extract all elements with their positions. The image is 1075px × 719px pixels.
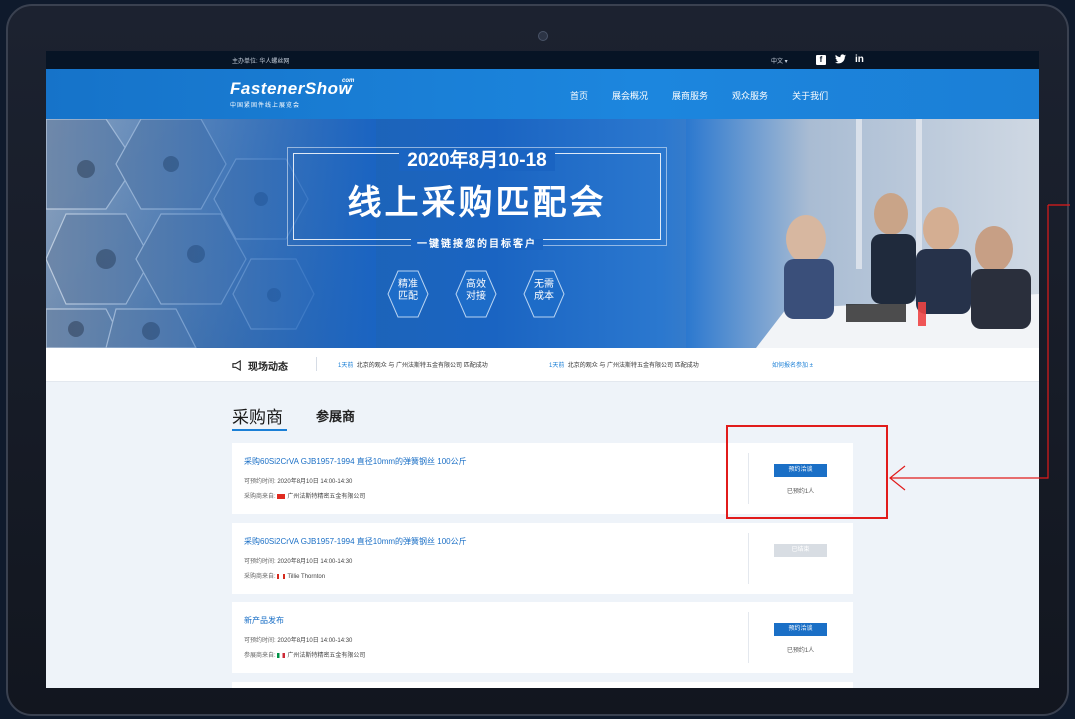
feature-efficient: 高效 对接 [466,279,486,302]
facebook-icon[interactable]: f [816,55,826,65]
nav-home[interactable]: 首页 [570,89,588,102]
annotation-highlight-box [726,425,888,519]
linkedin-icon[interactable]: in [855,54,864,68]
logo-com: com [342,78,355,84]
twitter-icon[interactable] [835,54,846,68]
tab-exhibitors[interactable]: 参展商 [316,406,355,425]
social-links: f in [816,54,864,68]
listing-card: 新产品发布 可预约时间: 2020年8月10日 14:00-14:30 参展商来… [232,602,853,673]
active-tab-indicator [232,429,287,431]
listing-title[interactable]: 新产品发布 [244,615,284,626]
hero-meeting-photo [686,119,1039,348]
live-news-ticker: 现场动态 1天前 北京的观众 与 广州法斯特五金有限公司 匹配成功 1天前 北京… [46,348,1039,382]
listing-title[interactable]: 采购60Si2CrVA GJB1957-1994 直径10mm的弹簧钢丝 100… [244,456,467,467]
book-meeting-button[interactable]: 预约洽谈 [774,623,827,636]
main-nav: 首页 展会概况 展商服务 观众服务 关于我们 [570,89,828,102]
main-header: FastenerShow com 中国紧固件线上展览会 首页 展会概况 展商服务… [46,69,1039,119]
nav-visitor-services[interactable]: 观众服务 [732,89,768,102]
hero-title: 线上采购匹配会 [347,184,607,222]
top-utility-bar: 主办单位: 华人螺丝网 中文 ▾ f in [46,51,1039,69]
ticker-divider [316,357,317,371]
listing-title[interactable]: 采购60Si2CrVA GJB1957-1994 直径10mm的弹簧钢丝 100… [244,536,467,547]
event-date: 2020年8月10-18 [293,145,661,172]
listing-time: 可预约时间: 2020年8月10日 14:00-14:30 [244,559,353,565]
ticker-title: 现场动态 [248,362,288,373]
tab-buyers[interactable]: 采购商 [232,403,283,428]
nav-exhibitor-services[interactable]: 展商服务 [672,89,708,102]
feature-free: 无需 成本 [534,279,554,302]
flag-china-icon [277,493,286,499]
ticker-item[interactable]: 1天前 北京的观众 与 广州法斯特五金有限公司 匹配成功 [549,360,699,369]
listing-time: 可预约时间: 2020年8月10日 14:00-14:30 [244,638,353,644]
browser-screen: 主办单位: 华人螺丝网 中文 ▾ f in FastenerShow com 中… [46,51,1039,688]
flag-italy-icon [277,652,286,658]
listing-origin: 采购商来自: Tillie Thornton [244,573,326,580]
nav-overview[interactable]: 展会概况 [612,89,648,102]
host-text: 主办单位: 华人螺丝网 [232,59,290,65]
site-logo[interactable]: FastenerShow com 中国紧固件线上展览会 [230,78,355,109]
megaphone-icon [232,358,243,376]
how-to-register-link[interactable]: 如何报名参加 ± [772,360,813,369]
listing-card [232,682,853,688]
listing-time: 可预约时间: 2020年8月10日 14:00-14:30 [244,479,353,485]
feature-precise: 精准 匹配 [398,279,418,302]
card-divider [748,612,749,663]
ended-button: 已结束 [774,544,827,557]
logo-subtitle: 中国紧固件线上展览会 [230,103,301,109]
hero-banner: 2020年8月10-18 线上采购匹配会 一键链接您的目标客户 精准 匹配 高效… [46,119,1039,348]
language-selector[interactable]: 中文 ▾ [771,56,788,65]
listing-origin: 采购商来自: 广州法斯特精密五金有限公司 [244,493,366,500]
listing-origin: 参展商来自: 广州法斯特精密五金有限公司 [244,652,366,659]
hero-tagline: 一键链接您的目标客户 [293,235,661,250]
logo-wordmark: FastenerShow [230,79,353,98]
card-divider [748,533,749,584]
booked-count: 已预约1人 [786,648,815,654]
nav-about[interactable]: 关于我们 [792,89,828,102]
camera-dot [538,31,548,41]
listing-card: 采购60Si2CrVA GJB1957-1994 直径10mm的弹簧钢丝 100… [232,523,853,594]
flag-canada-icon [277,573,286,579]
ticker-item[interactable]: 1天前 北京的观众 与 广州法斯特五金有限公司 匹配成功 [338,360,488,369]
